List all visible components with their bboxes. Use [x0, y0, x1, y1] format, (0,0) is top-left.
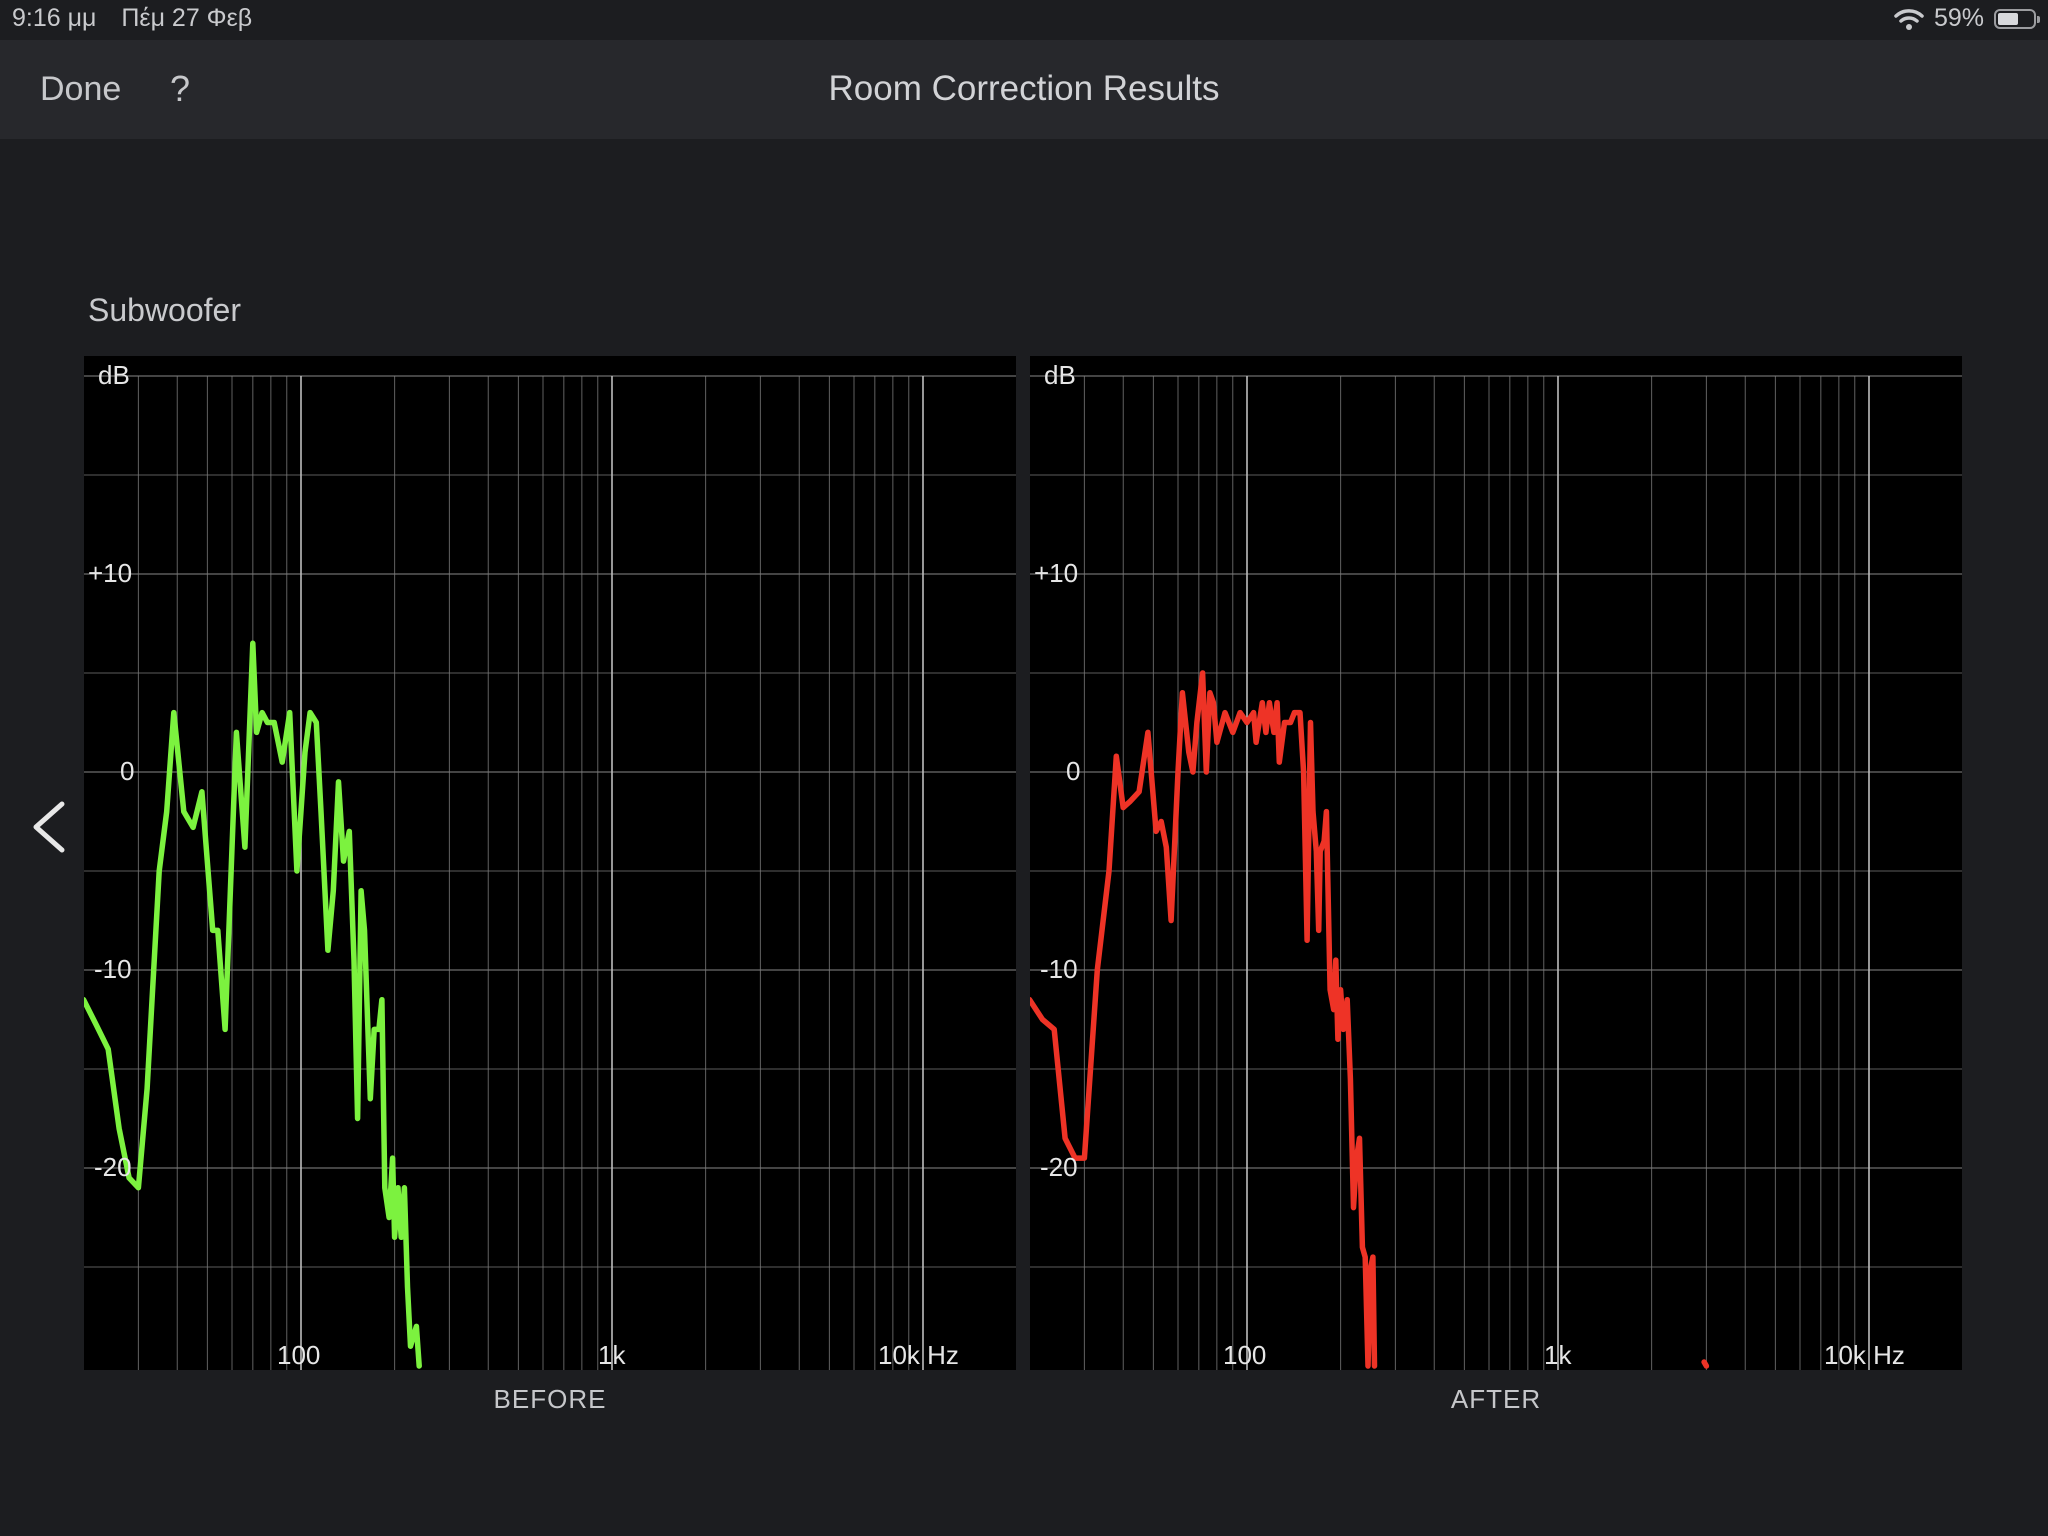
- x-tick-label: 10k Hz: [1824, 1340, 1905, 1370]
- status-right: 59%: [1894, 4, 2040, 33]
- section-title: Subwoofer: [88, 292, 241, 328]
- status-time: 9:16 μμ: [12, 4, 97, 32]
- navigation-bar: Done ? Room Correction Results: [0, 40, 2048, 139]
- after-chart: dB +10 0 -10 -20 100 1k 10k Hz: [1030, 356, 1962, 1370]
- y-unit-label: dB: [98, 360, 130, 390]
- y-unit-label: dB: [1044, 360, 1076, 390]
- chevron-left-icon[interactable]: [28, 800, 68, 854]
- page-title: Room Correction Results: [828, 69, 1220, 108]
- before-label: BEFORE: [493, 1384, 607, 1414]
- before-chart: dB +10 0 -10 -20 100 1k 10k Hz: [84, 356, 1016, 1370]
- response-series-0: [1030, 670, 1378, 1369]
- battery-fill: [1998, 12, 2019, 25]
- y-tick-label: +10: [1034, 558, 1079, 588]
- status-bar: 9:16 μμ Πέμ 27 Φεβ 59%: [0, 0, 2048, 40]
- x-tick-label: 1k: [1544, 1340, 1572, 1370]
- y-tick-label: -20: [1040, 1152, 1078, 1182]
- y-tick-label: -10: [94, 954, 132, 984]
- y-tick-label: -20: [94, 1152, 132, 1182]
- battery-percent: 59%: [1933, 4, 1984, 32]
- x-tick-label: 100: [277, 1340, 321, 1370]
- y-tick-label: 0: [120, 756, 135, 786]
- after-chart-plot: [1030, 375, 1962, 1370]
- response-series-0: [84, 640, 422, 1369]
- x-tick-label: 1k: [598, 1340, 626, 1370]
- status-date: Πέμ 27 Φεβ: [121, 4, 253, 32]
- response-series-1: [1701, 1359, 1710, 1369]
- wifi-icon: [1894, 8, 1924, 30]
- y-tick-label: 0: [1066, 756, 1081, 786]
- before-chart-plot: [84, 375, 1016, 1370]
- y-tick-label: +10: [88, 558, 133, 588]
- y-tick-label: -10: [1040, 954, 1078, 984]
- status-left: 9:16 μμ Πέμ 27 Φεβ: [12, 4, 270, 33]
- battery-icon: [1994, 8, 2040, 29]
- x-tick-label: 100: [1223, 1340, 1267, 1370]
- after-label: AFTER: [1450, 1384, 1542, 1414]
- x-tick-label: 10k Hz: [878, 1340, 959, 1370]
